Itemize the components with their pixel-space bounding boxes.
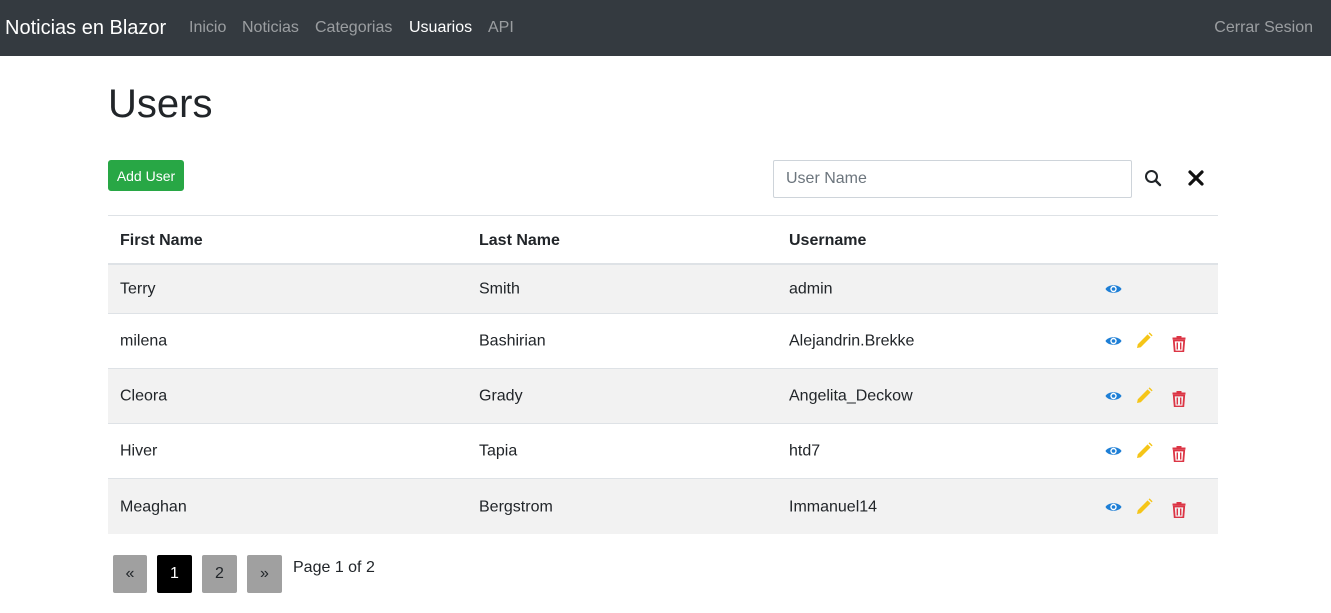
edit-user-button[interactable]: [1133, 330, 1155, 352]
edit-user-button[interactable]: [1133, 496, 1155, 518]
view-user-button[interactable]: [1102, 278, 1124, 300]
brand-link[interactable]: Noticias en Blazor: [5, 15, 166, 41]
nav-inicio[interactable]: Inicio: [189, 18, 226, 38]
next-page-button[interactable]: »: [247, 555, 282, 593]
table-row: Hiver Tapia htd7: [108, 424, 1218, 479]
eye-icon: [1105, 447, 1121, 455]
nav-categorias[interactable]: Categorias: [315, 18, 392, 38]
header-username: Username: [789, 232, 867, 249]
cell-last-name: Grady: [479, 387, 523, 405]
cell-first-name: Terry: [120, 280, 156, 298]
row-actions: [1102, 496, 1192, 518]
nav-api[interactable]: API: [488, 18, 514, 38]
cell-username: Angelita_Deckow: [789, 387, 913, 405]
cell-last-name: Bashirian: [479, 332, 546, 350]
cell-first-name: milena: [120, 332, 168, 350]
cell-first-name: Hiver: [120, 442, 158, 460]
delete-user-button[interactable]: [1168, 499, 1190, 521]
page-title: Users: [108, 82, 213, 126]
cell-first-name: Cleora: [120, 387, 168, 405]
page-1-button[interactable]: 1: [157, 555, 192, 593]
cell-username: htd7: [789, 442, 821, 460]
row-actions: [1102, 330, 1192, 352]
edit-user-button[interactable]: [1133, 385, 1155, 407]
top-navbar: Noticias en Blazor Inicio Noticias Categ…: [0, 0, 1331, 56]
row-actions: [1102, 440, 1192, 462]
page-2-button[interactable]: 2: [202, 555, 237, 593]
cell-username: admin: [789, 280, 833, 298]
cell-last-name: Tapia: [479, 442, 518, 460]
view-user-button[interactable]: [1102, 496, 1124, 518]
users-table: First Name Last Name Username Terry Smith…: [108, 215, 1218, 534]
table-row: Terry Smith admin: [108, 265, 1218, 314]
nav-noticias[interactable]: Noticias: [242, 18, 299, 38]
pencil-icon: [1137, 387, 1153, 403]
pencil-icon: [1137, 332, 1153, 348]
delete-user-button[interactable]: [1168, 388, 1190, 410]
prev-page-button[interactable]: «: [113, 555, 147, 593]
eye-icon: [1105, 285, 1121, 293]
trash-icon: [1172, 446, 1186, 462]
cell-last-name: Smith: [479, 280, 520, 298]
row-actions: [1102, 385, 1192, 407]
row-actions: [1102, 278, 1192, 300]
trash-icon: [1172, 336, 1186, 352]
add-user-button[interactable]: Add User: [108, 160, 184, 191]
clear-search-button[interactable]: [1184, 166, 1208, 190]
view-user-button[interactable]: [1102, 330, 1124, 352]
delete-user-button[interactable]: [1168, 443, 1190, 465]
cell-first-name: Meaghan: [120, 498, 187, 515]
edit-user-button[interactable]: [1133, 440, 1155, 462]
nav-usuarios[interactable]: Usuarios: [409, 18, 472, 38]
page-info: Page 1 of 2: [293, 559, 375, 576]
pencil-icon: [1137, 497, 1153, 514]
table-body: Terry Smith admin milena Bashirian Alejandrin…: [108, 265, 1218, 534]
delete-user-button[interactable]: [1168, 333, 1190, 355]
search-input[interactable]: [773, 160, 1132, 198]
eye-icon: [1105, 502, 1121, 511]
pencil-icon: [1137, 442, 1153, 458]
view-user-button[interactable]: [1102, 440, 1124, 462]
header-last-name: Last Name: [479, 232, 560, 249]
trash-icon: [1172, 501, 1186, 518]
table-row: milena Bashirian Alejandrin.Brekke: [108, 314, 1218, 369]
view-user-button[interactable]: [1102, 385, 1124, 407]
eye-icon: [1105, 337, 1121, 345]
cell-username: Immanuel14: [789, 498, 878, 515]
table-row: Meaghan Bergstrom Immanuel14: [108, 479, 1218, 534]
trash-icon: [1172, 391, 1186, 407]
cell-last-name: Bergstrom: [479, 498, 553, 515]
logout-link[interactable]: Cerrar Sesion: [1214, 18, 1313, 38]
cell-username: Alejandrin.Brekke: [789, 332, 915, 350]
table-header: First Name Last Name Username: [108, 215, 1218, 265]
eye-icon: [1105, 392, 1121, 400]
search-icon: [1145, 170, 1162, 187]
close-icon: [1188, 170, 1204, 186]
table-row: Cleora Grady Angelita_Deckow: [108, 369, 1218, 424]
header-first-name: First Name: [120, 232, 203, 249]
search-button[interactable]: [1141, 166, 1165, 190]
